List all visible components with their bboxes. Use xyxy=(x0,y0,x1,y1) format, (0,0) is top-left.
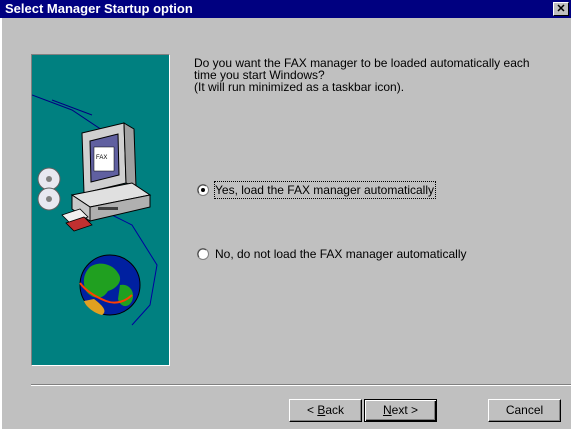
radio-label-no[interactable]: No, do not load the FAX manager automati… xyxy=(215,246,466,262)
title-bar[interactable]: Select Manager Startup option ✕ xyxy=(0,0,571,18)
separator-line xyxy=(31,384,571,386)
next-rest: ext > xyxy=(391,403,419,417)
window-border xyxy=(0,18,2,429)
back-rest: ack xyxy=(325,403,345,417)
close-button[interactable]: ✕ xyxy=(553,2,569,16)
globe-icon xyxy=(79,254,141,316)
computer-globe-illustration: FAX xyxy=(32,94,158,326)
radio-button-yes[interactable] xyxy=(197,184,209,196)
cd-icon xyxy=(37,167,61,211)
radio-label-yes[interactable]: Yes, load the FAX manager automatically xyxy=(213,181,437,199)
close-icon: ✕ xyxy=(556,3,566,15)
computer-icon: FAX xyxy=(70,122,152,222)
window-title: Select Manager Startup option xyxy=(5,1,193,16)
question-text: Do you want the FAX manager to be loaded… xyxy=(194,57,564,93)
wizard-illustration: FAX xyxy=(31,54,170,366)
cancel-button[interactable]: Cancel xyxy=(488,399,561,422)
next-accel: N xyxy=(382,403,392,417)
cancel-label: Cancel xyxy=(505,403,544,417)
back-button[interactable]: < Back xyxy=(289,399,362,422)
next-button[interactable]: Next > xyxy=(364,399,437,422)
svg-text:FAX: FAX xyxy=(96,155,107,161)
setup-dialog: Select Manager Startup option ✕ FAX Do y… xyxy=(0,0,571,429)
question-line: (It will run minimized as a taskbar icon… xyxy=(194,80,405,94)
back-prefix: < xyxy=(306,403,318,417)
radio-button-no[interactable] xyxy=(197,248,209,260)
